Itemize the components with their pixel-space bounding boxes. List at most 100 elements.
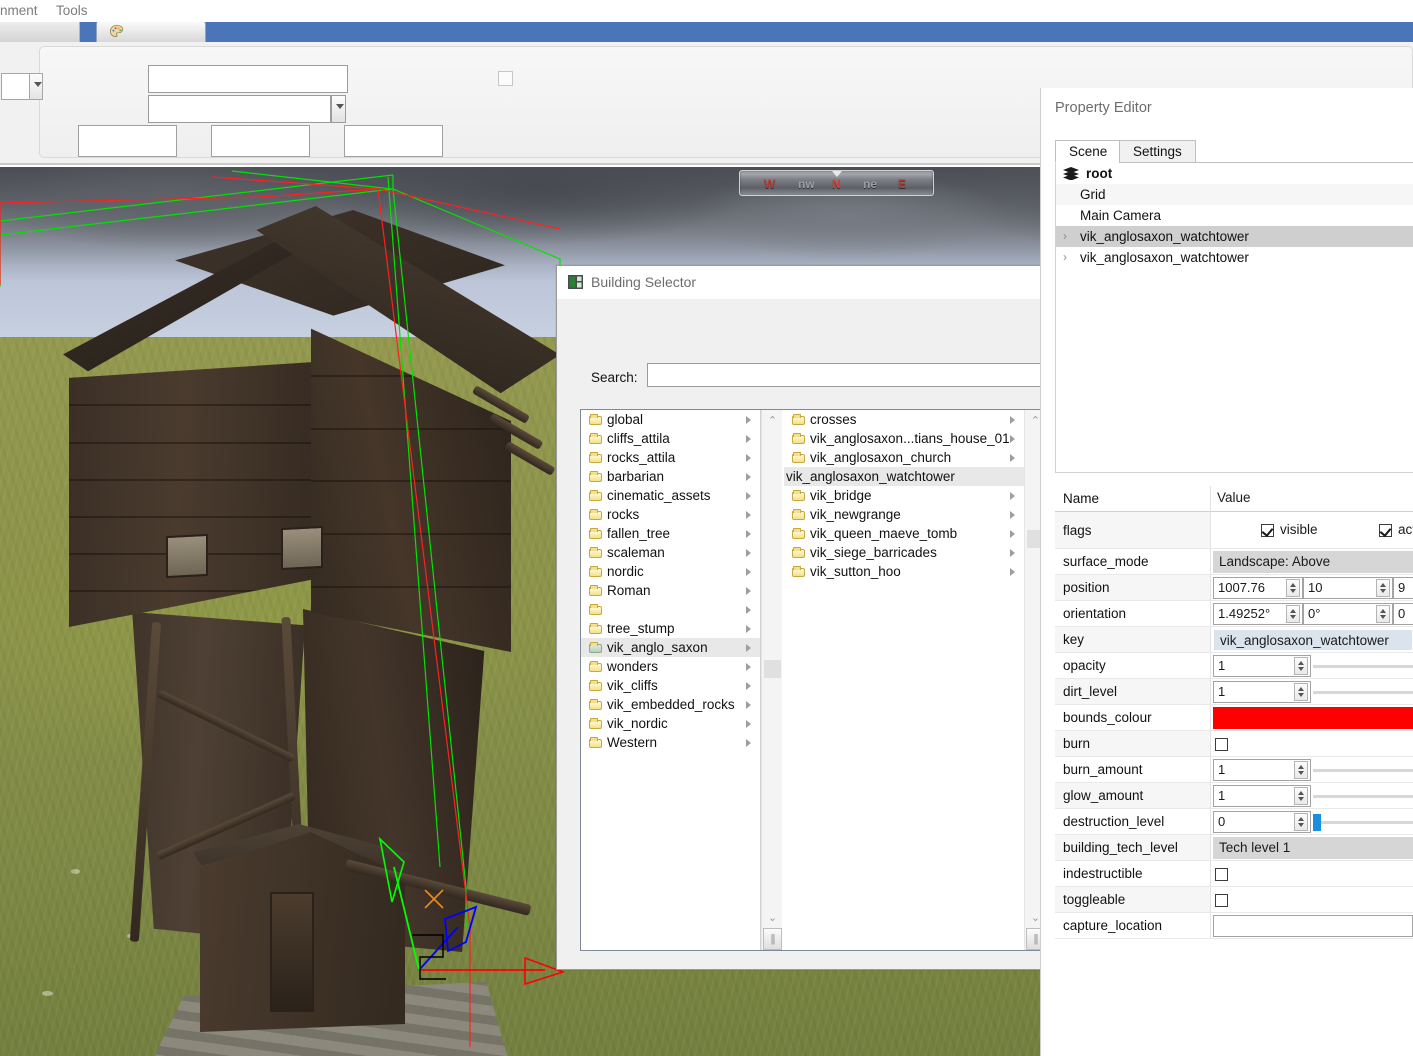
tree-node[interactable]: Main Camera: [1056, 205, 1413, 226]
tree-node[interactable]: › vik_anglosaxon_watchtower: [1056, 247, 1413, 268]
tab-inactive[interactable]: [0, 22, 80, 42]
asset-item-row[interactable]: crosses: [784, 410, 1024, 429]
combo-value[interactable]: Tech level 1: [1213, 837, 1413, 859]
toolbar-left-combo[interactable]: [1, 73, 43, 100]
asset-item-row[interactable]: vik_anglosaxon_watchtower: [784, 467, 1024, 486]
chevron-right-icon[interactable]: [1010, 530, 1015, 538]
chevron-right-icon[interactable]: [1010, 454, 1015, 462]
spinner-arrows-icon[interactable]: [1294, 761, 1308, 779]
chevron-right-icon[interactable]: [746, 720, 751, 728]
chevron-right-icon[interactable]: [746, 739, 751, 747]
folder-item-row[interactable]: Western: [581, 733, 760, 752]
tree-node[interactable]: › vik_anglosaxon_watchtower: [1056, 226, 1413, 247]
chevron-right-icon[interactable]: [746, 549, 751, 557]
chevron-down-icon[interactable]: [29, 73, 43, 100]
folder-item-row[interactable]: rocks_attila: [581, 448, 760, 467]
scroll-up-icon[interactable]: ⌃: [762, 412, 783, 431]
vector-x-spinner[interactable]: 1.49252°: [1213, 603, 1303, 625]
slider-spinner[interactable]: 1: [1213, 681, 1311, 703]
tree-node[interactable]: root: [1056, 163, 1413, 184]
folder-column-left[interactable]: global cliffs_attila rocks_attila barbarian…: [581, 410, 761, 950]
toolbar-button-2[interactable]: [211, 125, 310, 157]
chevron-right-icon[interactable]: [746, 435, 751, 443]
chevron-right-icon[interactable]: [746, 568, 751, 576]
chevron-right-icon[interactable]: [746, 682, 751, 690]
asset-item-row[interactable]: vik_anglosaxon_church: [784, 448, 1024, 467]
folder-item-row[interactable]: tree_stump: [581, 619, 760, 638]
spinner-arrows-icon[interactable]: [1294, 787, 1308, 805]
chevron-right-icon[interactable]: [746, 644, 751, 652]
toggle-checkbox[interactable]: [1215, 738, 1228, 751]
asset-item-row[interactable]: vik_queen_maeve_tomb: [784, 524, 1024, 543]
chevron-right-icon[interactable]: [1010, 492, 1015, 500]
tab-active-document[interactable]: [96, 22, 206, 42]
vector-z-spinner[interactable]: 9: [1393, 577, 1413, 599]
chevron-right-icon[interactable]: [746, 530, 751, 538]
folder-item-row[interactable]: scaleman: [581, 543, 760, 562]
asset-item-row[interactable]: vik_bridge: [784, 486, 1024, 505]
chevron-right-icon[interactable]: [746, 473, 751, 481]
scrollbar-thumb[interactable]: [764, 660, 781, 678]
key-value-field[interactable]: vik_anglosaxon_watchtower: [1213, 629, 1413, 651]
color-swatch[interactable]: [1213, 707, 1413, 729]
flag-checkbox-active[interactable]: [1379, 524, 1392, 537]
chevron-right-icon[interactable]: [746, 492, 751, 500]
spinner-arrows-icon[interactable]: [1286, 579, 1300, 597]
slider-track[interactable]: [1313, 665, 1413, 668]
asset-item-row[interactable]: vik_newgrange: [784, 505, 1024, 524]
asset-item-row[interactable]: vik_siege_barricades: [784, 543, 1024, 562]
combo-value[interactable]: Landscape: Above: [1213, 551, 1413, 573]
toggle-checkbox[interactable]: [1215, 868, 1228, 881]
slider-fill[interactable]: [1313, 814, 1321, 831]
slider-spinner[interactable]: 1: [1213, 759, 1311, 781]
folder-item-row[interactable]: rocks: [581, 505, 760, 524]
slider-spinner[interactable]: 1: [1213, 785, 1311, 807]
folder-item-row[interactable]: cinematic_assets: [581, 486, 760, 505]
chevron-right-icon[interactable]: [746, 663, 751, 671]
spinner-arrows-icon[interactable]: [1376, 579, 1390, 597]
chevron-right-icon[interactable]: [746, 701, 751, 709]
chevron-right-icon[interactable]: [746, 587, 751, 595]
folder-item-row[interactable]: vik_embedded_rocks: [581, 695, 760, 714]
scrollbar-left-column[interactable]: ⌃ ⌄ ||: [761, 410, 782, 950]
chevron-right-icon[interactable]: [1010, 568, 1015, 576]
folder-item-row[interactable]: vik_anglo_saxon: [581, 638, 760, 657]
flag-checkbox-visible[interactable]: [1261, 524, 1274, 537]
folder-column-right[interactable]: crosses vik_anglosaxon...tians_house_01 vi…: [784, 410, 1024, 950]
chevron-right-icon[interactable]: [1010, 416, 1015, 424]
toggle-checkbox[interactable]: [1215, 894, 1228, 907]
column-splitter-handle-left[interactable]: ||: [763, 928, 782, 950]
toolbar-button-3[interactable]: [344, 125, 443, 157]
compass-widget[interactable]: W nw N ne E: [739, 170, 934, 196]
scroll-down-icon[interactable]: ⌄: [762, 909, 783, 928]
asset-item-row[interactable]: vik_sutton_hoo: [784, 562, 1024, 581]
folder-item-row[interactable]: vik_cliffs: [581, 676, 760, 695]
building-selector-titlebar[interactable]: Building Selector: [557, 266, 1045, 299]
slider-track[interactable]: [1313, 821, 1413, 824]
toolbar-combo-field[interactable]: [148, 95, 331, 123]
toolbar-checkbox[interactable]: [498, 71, 513, 86]
vector-z-spinner[interactable]: 0: [1393, 603, 1413, 625]
spinner-arrows-icon[interactable]: [1376, 605, 1390, 623]
search-input[interactable]: [647, 363, 1045, 387]
chevron-right-icon[interactable]: [746, 625, 751, 633]
slider-track[interactable]: [1313, 691, 1413, 694]
folder-item-row[interactable]: cliffs_attila: [581, 429, 760, 448]
vector-x-spinner[interactable]: 1007.76: [1213, 577, 1303, 599]
folder-item-row[interactable]: global: [581, 410, 760, 429]
chevron-right-icon[interactable]: [746, 416, 751, 424]
folder-item-row[interactable]: Roman: [581, 581, 760, 600]
scene-tree[interactable]: root Grid Main Camera › vik_anglosaxon_watch…: [1055, 163, 1413, 473]
tab-scene[interactable]: Scene: [1055, 140, 1122, 163]
chevron-right-icon[interactable]: ›: [1063, 247, 1067, 268]
folder-item-row[interactable]: barbarian: [581, 467, 760, 486]
folder-item-row[interactable]: wonders: [581, 657, 760, 676]
spinner-arrows-icon[interactable]: [1294, 683, 1308, 701]
chevron-right-icon[interactable]: [1010, 511, 1015, 519]
slider-track[interactable]: [1313, 769, 1413, 772]
toolbar-combo-arrow-icon[interactable]: [331, 95, 346, 123]
tree-node[interactable]: Grid: [1056, 184, 1413, 205]
spinner-arrows-icon[interactable]: [1294, 657, 1308, 675]
spinner-arrows-icon[interactable]: [1286, 605, 1300, 623]
folder-item-row[interactable]: [581, 600, 760, 619]
